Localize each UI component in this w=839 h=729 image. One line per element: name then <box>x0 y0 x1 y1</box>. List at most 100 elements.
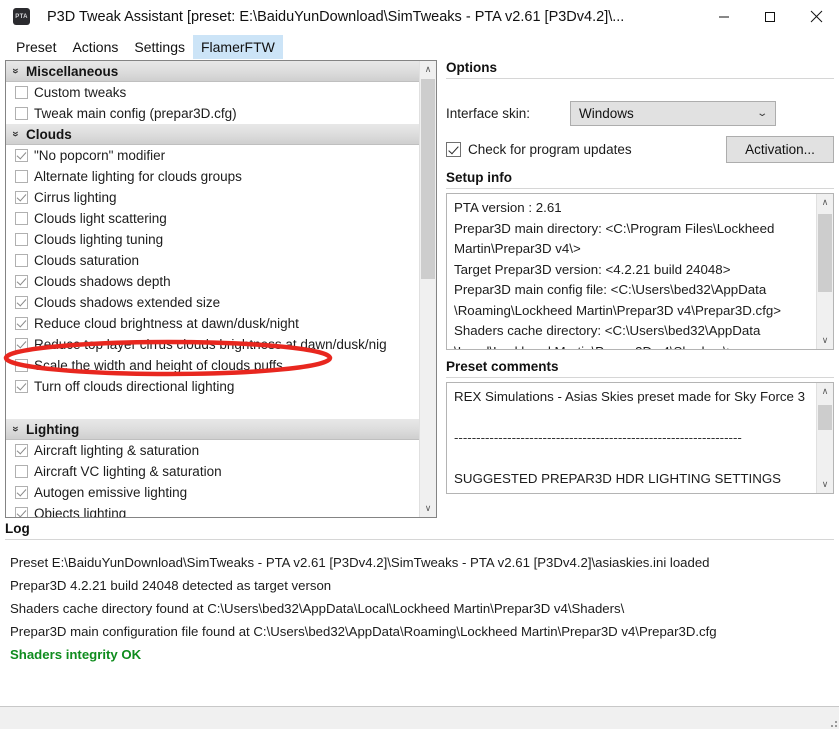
log-line: Shaders integrity OK <box>5 643 834 666</box>
setup-scrollbar-thumb[interactable] <box>818 214 832 292</box>
tweak-label: Alternate lighting for clouds groups <box>34 169 242 184</box>
tweak-checkbox[interactable] <box>15 444 28 457</box>
tweak-checkbox[interactable] <box>15 149 28 162</box>
log-section: Log Preset E:\BaiduYunDownload\SimTweaks… <box>5 521 834 666</box>
tweak-checkbox[interactable] <box>15 507 28 517</box>
maximize-icon[interactable] <box>747 0 793 33</box>
resize-grip-icon[interactable] <box>825 715 837 727</box>
tweak-row[interactable]: Clouds light scattering <box>6 208 420 229</box>
tweak-label: Clouds saturation <box>34 253 139 268</box>
tweak-checkbox[interactable] <box>15 191 28 204</box>
group-header-lighting[interactable]: »Lighting <box>6 419 420 440</box>
preset-comment-line <box>454 408 815 429</box>
tweak-label: Tweak main config (prepar3D.cfg) <box>34 106 237 121</box>
status-bar <box>0 706 839 729</box>
scroll-up-icon[interactable]: ∧ <box>420 61 436 78</box>
options-panel: Options Interface skin: Windows ⌄ Check … <box>446 60 834 518</box>
tweak-row[interactable]: Custom tweaks <box>6 82 420 103</box>
tweak-row[interactable]: Clouds lighting tuning <box>6 229 420 250</box>
tweak-row[interactable]: Tweak main config (prepar3D.cfg) <box>6 103 420 124</box>
preset-comments-divider <box>446 377 834 378</box>
tweak-row[interactable]: Objects lighting <box>6 503 420 517</box>
chevron-down-icon: » <box>9 126 23 143</box>
tweak-label: Objects lighting <box>34 506 126 517</box>
comments-scrollbar-thumb[interactable] <box>818 405 832 430</box>
tweak-row[interactable]: Reduce cloud brightness at dawn/dusk/nig… <box>6 313 420 334</box>
tweak-checkbox[interactable] <box>15 86 28 99</box>
list-spacer <box>6 397 420 419</box>
setup-info-line: Prepar3D main config file: <C:\Users\bed… <box>454 280 815 301</box>
check-updates-label: Check for program updates <box>468 142 632 157</box>
tweak-row[interactable]: Clouds shadows depth <box>6 271 420 292</box>
group-header-label: Clouds <box>26 127 72 142</box>
menu-item-preset[interactable]: Preset <box>8 35 64 59</box>
tweak-checkbox[interactable] <box>15 170 28 183</box>
interface-skin-select[interactable]: Windows ⌄ <box>570 101 776 126</box>
tweak-row[interactable]: Aircraft lighting & saturation <box>6 440 420 461</box>
tweak-row[interactable]: Autogen emissive lighting <box>6 482 420 503</box>
tweak-checkbox[interactable] <box>15 233 28 246</box>
tweak-checkbox[interactable] <box>15 296 28 309</box>
chevron-down-icon: ⌄ <box>756 108 768 119</box>
preset-comments-textbox[interactable]: REX Simulations - Asias Skies preset mad… <box>446 382 834 494</box>
setup-info-textbox[interactable]: PTA version : 2.61Prepar3D main director… <box>446 193 834 350</box>
log-line: Prepar3D main configuration file found a… <box>5 620 834 643</box>
comments-scroll-down-icon[interactable]: ∨ <box>817 476 833 493</box>
close-icon[interactable] <box>793 0 839 33</box>
setup-info-line: \Local\Lockheed Martin\Prepar3D v4\Shade… <box>454 342 815 351</box>
preset-comment-line <box>454 449 815 470</box>
tweak-checkbox[interactable] <box>15 317 28 330</box>
menu-bar: PresetActionsSettingsFlamerFTW <box>0 33 839 60</box>
tweak-row[interactable]: Turn off clouds directional lighting <box>6 376 420 397</box>
tweak-checkbox[interactable] <box>15 359 28 372</box>
check-updates-row: Check for program updates Activation... <box>446 136 834 163</box>
tweak-checkbox[interactable] <box>15 486 28 499</box>
group-header-label: Miscellaneous <box>26 64 118 79</box>
title-bar: PTA P3D Tweak Assistant [preset: E:\Baid… <box>0 0 839 33</box>
tweak-checkbox[interactable] <box>15 254 28 267</box>
tweak-list-scrollbar[interactable]: ∧ ∨ <box>419 61 436 517</box>
tweak-checkbox[interactable] <box>15 212 28 225</box>
chevron-down-icon: » <box>9 421 23 438</box>
tweak-row[interactable]: Clouds shadows extended size <box>6 292 420 313</box>
check-updates-checkbox[interactable] <box>446 142 461 157</box>
tweak-checkbox[interactable] <box>15 465 28 478</box>
setup-scroll-up-icon[interactable]: ∧ <box>817 194 833 211</box>
group-header-label: Lighting <box>26 422 79 437</box>
comments-scroll-up-icon[interactable]: ∧ <box>817 383 833 400</box>
tweak-checkbox[interactable] <box>15 107 28 120</box>
log-line: Preset E:\BaiduYunDownload\SimTweaks - P… <box>5 551 834 574</box>
preset-comments-scrollbar[interactable]: ∧ ∨ <box>816 383 833 493</box>
tweak-checkbox[interactable] <box>15 338 28 351</box>
minimize-icon[interactable] <box>701 0 747 33</box>
tweak-checkbox[interactable] <box>15 380 28 393</box>
preset-comment-line: ----------------------------------------… <box>454 490 815 495</box>
setup-scroll-down-icon[interactable]: ∨ <box>817 332 833 349</box>
preset-comment-line: ----------------------------------------… <box>454 428 815 449</box>
tweak-checkbox[interactable] <box>15 275 28 288</box>
menu-item-actions[interactable]: Actions <box>64 35 126 59</box>
group-header-miscellaneous[interactable]: »Miscellaneous <box>6 61 420 82</box>
scrollbar-thumb[interactable] <box>421 79 435 279</box>
activation-button[interactable]: Activation... <box>726 136 834 163</box>
interface-skin-value: Windows <box>579 106 634 121</box>
menu-item-settings[interactable]: Settings <box>126 35 193 59</box>
tweak-label: Reduce cloud brightness at dawn/dusk/nig… <box>34 316 299 331</box>
log-body[interactable]: Preset E:\BaiduYunDownload\SimTweaks - P… <box>5 543 834 666</box>
tweak-label: Clouds lighting tuning <box>34 232 163 247</box>
group-header-clouds[interactable]: »Clouds <box>6 124 420 145</box>
tweak-row[interactable]: Alternate lighting for clouds groups <box>6 166 420 187</box>
tweak-row[interactable]: Reduce top layer cirrus clouds brightnes… <box>6 334 420 355</box>
window-title: P3D Tweak Assistant [preset: E:\BaiduYun… <box>47 9 624 25</box>
tweak-row[interactable]: Aircraft VC lighting & saturation <box>6 461 420 482</box>
tweak-list[interactable]: »MiscellaneousCustom tweaksTweak main co… <box>6 61 420 517</box>
setup-info-scrollbar[interactable]: ∧ ∨ <box>816 194 833 349</box>
tweak-row[interactable]: "No popcorn" modifier <box>6 145 420 166</box>
preset-comments-text: REX Simulations - Asias Skies preset mad… <box>454 387 815 494</box>
scroll-down-icon[interactable]: ∨ <box>420 500 436 517</box>
menu-item-flamerftw[interactable]: FlamerFTW <box>193 35 283 59</box>
tweak-row[interactable]: Scale the width and height of clouds puf… <box>6 355 420 376</box>
tweak-row[interactable]: Clouds saturation <box>6 250 420 271</box>
tweak-row[interactable]: Cirrus lighting <box>6 187 420 208</box>
setup-info-line: Martin\Prepar3D v4\> <box>454 239 815 260</box>
